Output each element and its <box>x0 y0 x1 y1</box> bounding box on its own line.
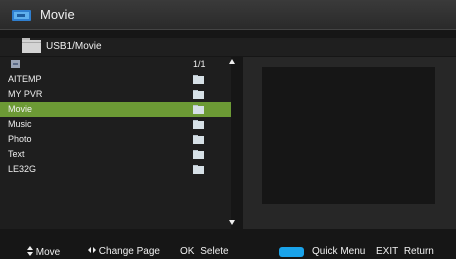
page-indicator: 1/1 <box>193 59 206 69</box>
title-bar: Movie <box>0 0 456 30</box>
path-bar: USB1/Movie <box>0 38 456 56</box>
folder-icon <box>193 105 204 114</box>
list-item-label: Movie <box>8 104 33 114</box>
scroll-up-arrow-icon[interactable] <box>229 59 235 64</box>
list-header-row[interactable]: 1/1 <box>0 57 231 72</box>
media-screen-icon <box>12 10 31 21</box>
up-down-arrow-icon <box>27 246 33 256</box>
folder-icon <box>193 90 204 99</box>
folder-up-icon <box>11 60 20 68</box>
folder-icon <box>22 38 41 53</box>
folder-icon <box>193 75 204 84</box>
footer-help-bar: Move Change Page OK Selete Quick Menu EX… <box>0 244 456 259</box>
preview-area <box>262 67 435 204</box>
file-list: 1/1 AITEMP MY PVR Movie Music Photo Text… <box>0 57 231 229</box>
list-item[interactable]: MY PVR <box>0 87 231 102</box>
scroll-down-arrow-icon[interactable] <box>229 220 235 225</box>
quick-menu-label: Quick Menu <box>312 246 366 257</box>
ok-hint: OK Selete <box>180 246 229 257</box>
quick-menu-color-key <box>279 247 304 257</box>
list-item[interactable]: Text <box>0 147 231 162</box>
list-item[interactable]: Music <box>0 117 231 132</box>
exit-key-label: EXIT <box>376 246 399 257</box>
list-item-label: Photo <box>8 134 32 144</box>
scrollbar[interactable] <box>230 57 236 229</box>
folder-icon <box>193 135 204 144</box>
list-item-label: LE32G <box>8 164 37 174</box>
list-item-selected[interactable]: Movie <box>0 102 231 117</box>
ok-key-label: OK <box>180 246 195 257</box>
change-page-hint: Change Page <box>88 246 160 257</box>
exit-hint: EXIT Return <box>376 246 434 257</box>
list-item-label: AITEMP <box>8 74 42 84</box>
current-path: USB1/Movie <box>46 41 102 52</box>
left-right-arrow-icon <box>88 247 96 253</box>
list-item[interactable]: AITEMP <box>0 72 231 87</box>
folder-icon <box>193 120 204 129</box>
folder-icon <box>193 165 204 174</box>
change-page-label: Change Page <box>98 246 160 257</box>
list-item-label: Music <box>8 119 32 129</box>
window-title: Movie <box>40 7 75 22</box>
list-item[interactable]: LE32G <box>0 162 231 177</box>
list-item-label: MY PVR <box>8 89 43 99</box>
exit-action-label: Return <box>403 246 434 257</box>
ok-action-label: Selete <box>200 246 229 257</box>
move-hint: Move <box>27 246 60 258</box>
list-item-label: Text <box>8 149 25 159</box>
list-item[interactable]: Photo <box>0 132 231 147</box>
move-label: Move <box>35 247 61 258</box>
folder-icon <box>193 150 204 159</box>
